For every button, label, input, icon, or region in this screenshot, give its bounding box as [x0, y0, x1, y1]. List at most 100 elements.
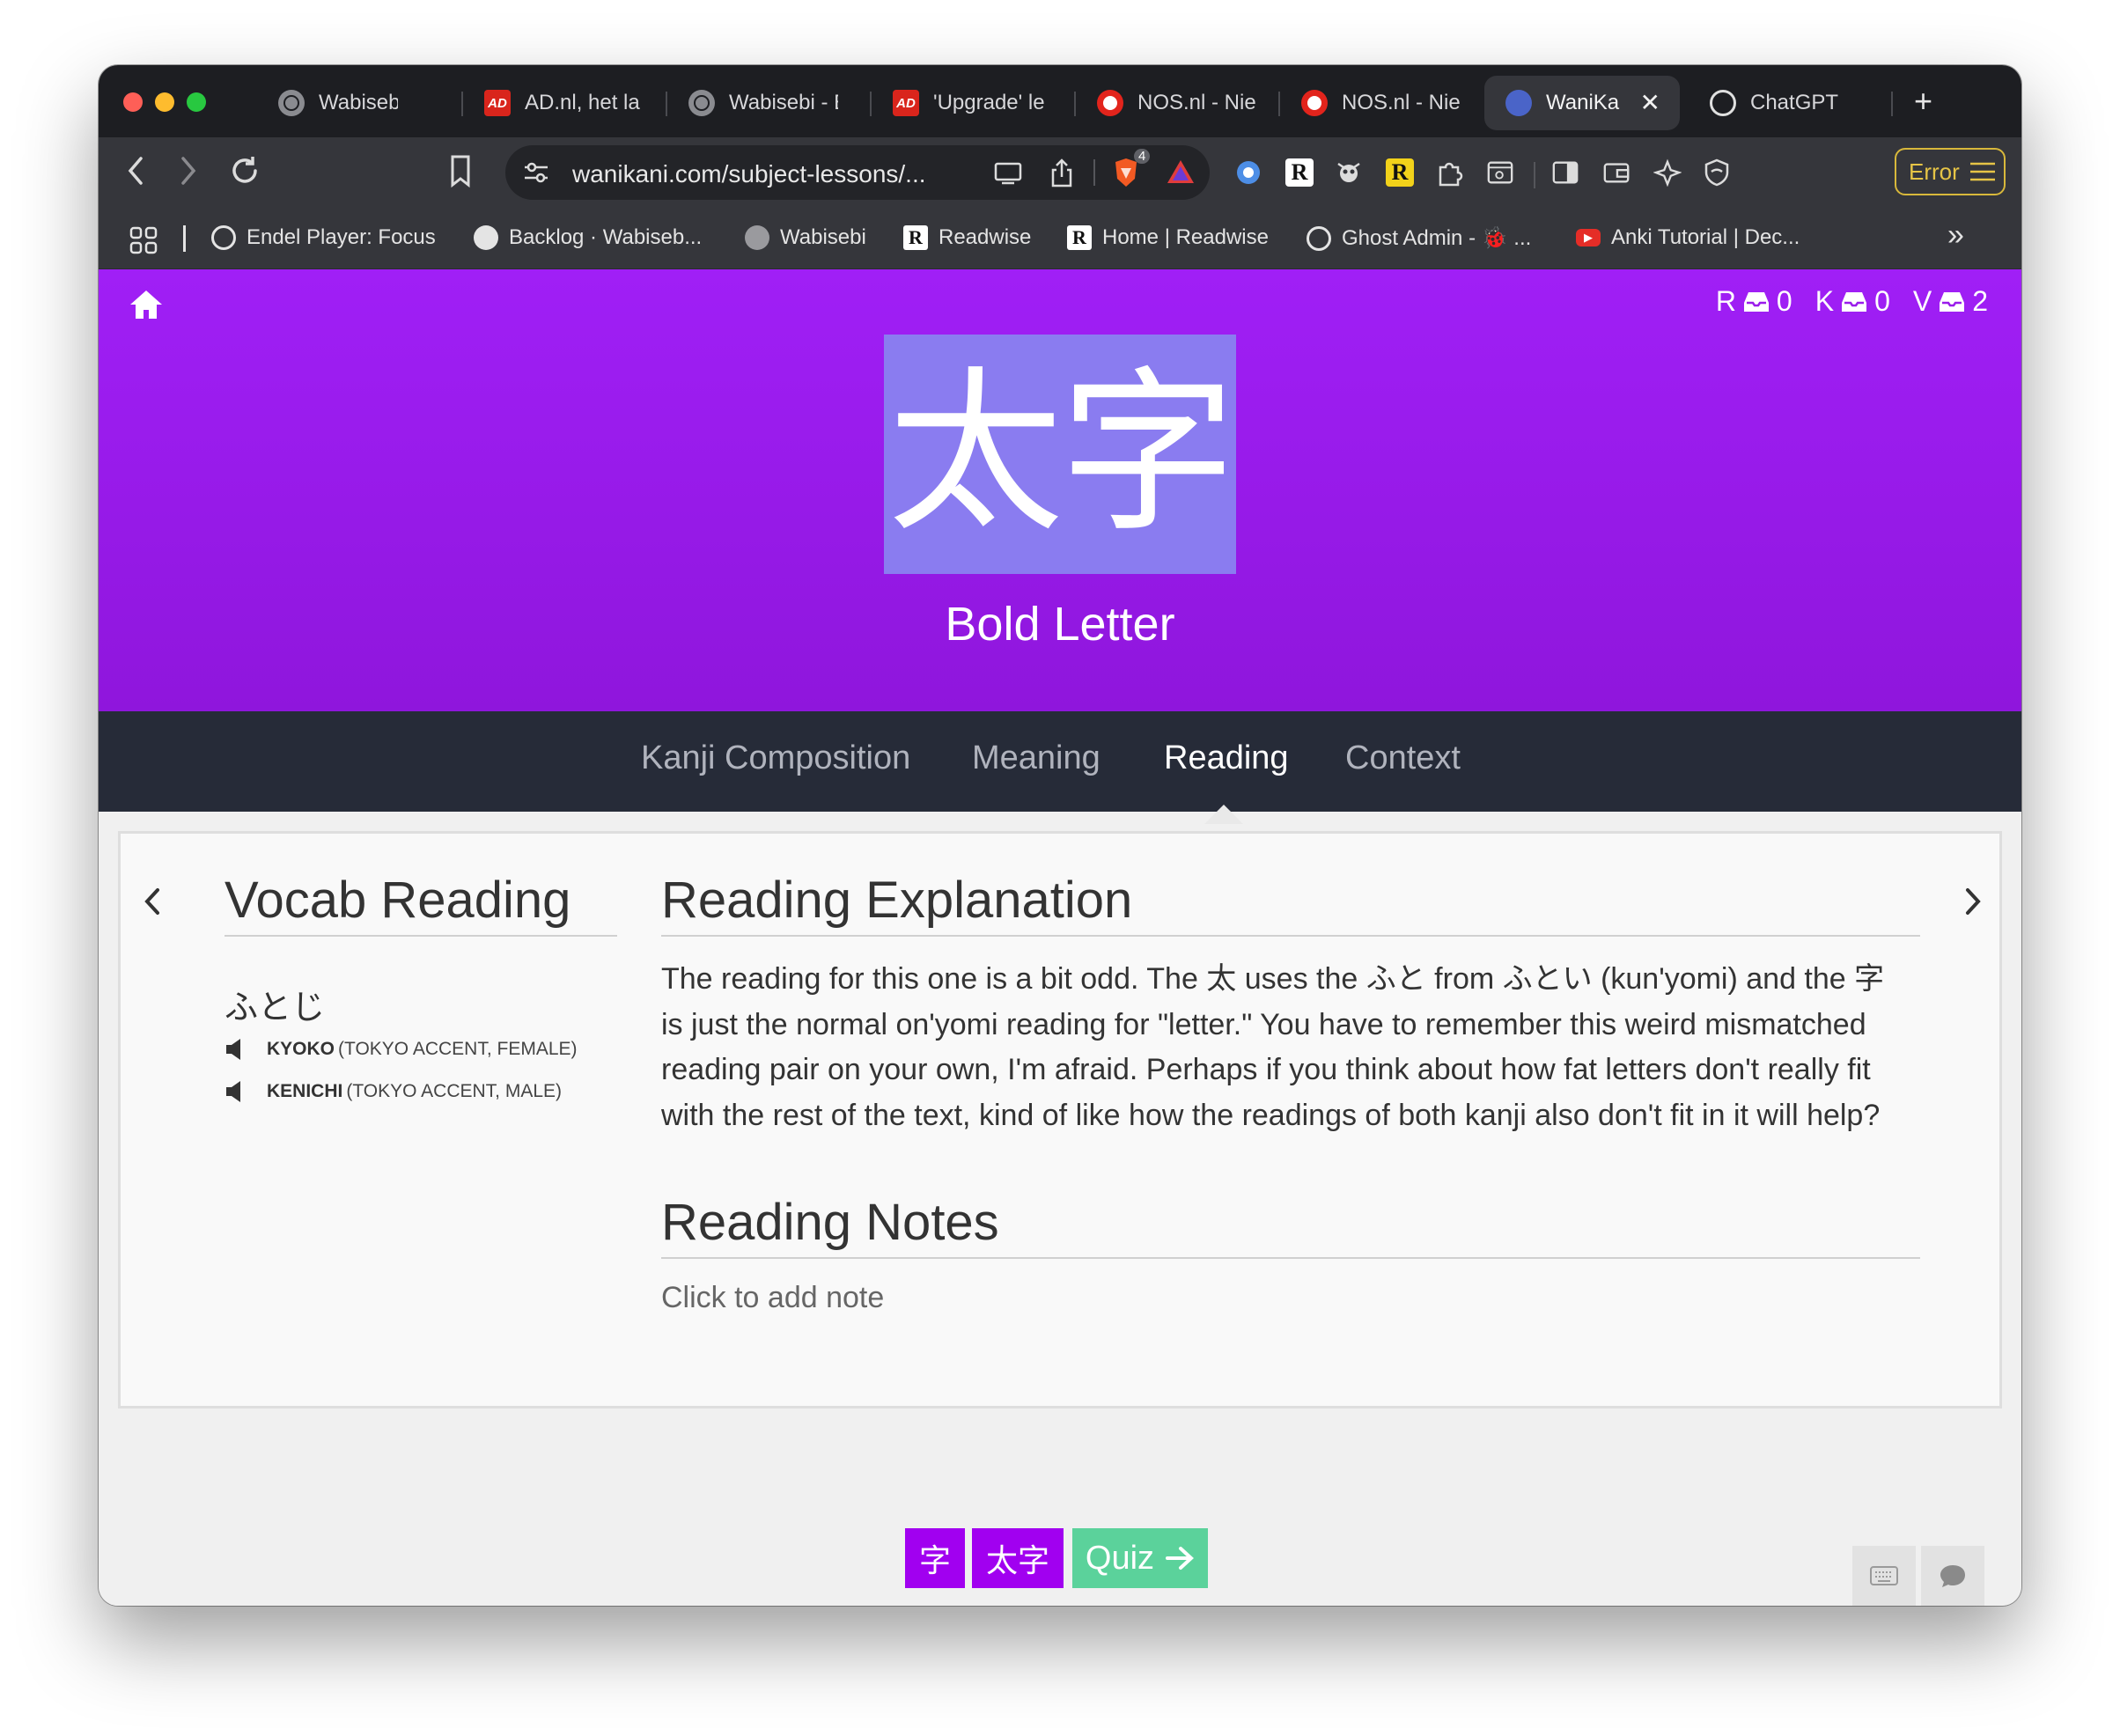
url-text: wanikani.com/subject-lessons/...: [572, 160, 926, 188]
browser-tab[interactable]: NOS.nl - Nie: [1301, 76, 1469, 130]
quiz-button[interactable]: Quiz: [1072, 1528, 1208, 1588]
update-error-button[interactable]: Error: [1895, 148, 2006, 195]
tab-separator: [1074, 92, 1076, 116]
browser-tab[interactable]: Wabisebi - E: [278, 76, 398, 130]
kanji-queue-count: K 0: [1815, 285, 1890, 317]
speaker-icon: [226, 1039, 240, 1060]
sidebar-toggle-icon[interactable]: [1551, 158, 1579, 187]
menu-icon: [1969, 162, 1995, 181]
leo-ai-icon[interactable]: [1653, 158, 1682, 187]
bookmark-item[interactable]: R Readwise: [903, 225, 1031, 250]
privacy-extension-icon[interactable]: [1234, 158, 1262, 187]
browser-toolbar: wanikani.com/subject-lessons/... 4 R R E…: [99, 137, 2021, 208]
ad-icon: AD: [893, 90, 919, 116]
bookmark-item[interactable]: ▶ Anki Tutorial | Dec...: [1576, 225, 1800, 250]
home-icon[interactable]: [129, 287, 164, 322]
more-bookmarks-button[interactable]: »: [1947, 218, 1964, 253]
reading-notes-heading: Reading Notes: [661, 1193, 1920, 1259]
tab-separator: [1891, 92, 1893, 116]
apps-grid-icon[interactable]: [129, 225, 158, 255]
browser-tab[interactable]: ChatGPT: [1710, 76, 1877, 130]
ghost-icon: [1307, 225, 1331, 251]
extensions-puzzle-icon[interactable]: [1435, 158, 1463, 187]
bookmark-item[interactable]: Endel Player: Focus: [211, 225, 436, 250]
active-tab-pointer: [1204, 805, 1243, 824]
audio-kenichi[interactable]: KENICHI (TOKYO ACCENT, MALE): [225, 1080, 562, 1103]
back-icon[interactable]: [125, 153, 146, 188]
inbox-icon: [1842, 291, 1867, 312]
arrow-right-icon: [1166, 1547, 1195, 1570]
reading-kana: ふとじ: [225, 988, 326, 1026]
radical-queue-count: R 0: [1715, 285, 1792, 317]
lesson-item-button[interactable]: 字: [905, 1528, 965, 1588]
vocab-reading-heading: Vocab Reading: [225, 871, 617, 937]
tab-context[interactable]: Context: [1345, 739, 1461, 777]
keyboard-shortcuts-button[interactable]: [1852, 1546, 1916, 1606]
close-window-button[interactable]: [123, 92, 143, 112]
brave-shields-badge: 4: [1134, 149, 1151, 164]
voice-description: (TOKYO ACCENT, MALE): [346, 1081, 563, 1101]
globe-icon: [688, 90, 715, 116]
cast-icon[interactable]: [993, 161, 1023, 186]
voice-description: (TOKYO ACCENT, FEMALE): [338, 1039, 578, 1059]
lesson-queue-bar: 字 太字 Quiz: [99, 1528, 2021, 1590]
brave-rewards-icon[interactable]: [1166, 158, 1196, 186]
bookmark-icon[interactable]: [447, 153, 474, 188]
ad-icon: AD: [484, 90, 511, 116]
tab-separator: [461, 92, 463, 116]
queue-counts: R 0 K 0 V 2: [1716, 285, 1988, 318]
feedback-button[interactable]: [1921, 1546, 1984, 1606]
wallet-icon[interactable]: [1602, 158, 1630, 187]
readwise-reader-extension-icon[interactable]: R: [1285, 158, 1314, 187]
audio-kyoko[interactable]: KYOKO (TOKYO ACCENT, FEMALE): [225, 1038, 578, 1061]
chatgpt-icon: [1710, 90, 1736, 116]
reload-icon[interactable]: [227, 153, 262, 188]
bookmark-item[interactable]: Wabisebi: [745, 225, 866, 250]
bug-extension-icon[interactable]: [1335, 158, 1363, 187]
bookmarks-divider: [183, 225, 186, 252]
tab-meaning[interactable]: Meaning: [972, 739, 1100, 777]
vpn-shield-icon[interactable]: [1703, 158, 1731, 187]
bookmark-item[interactable]: R Home | Readwise: [1067, 225, 1269, 250]
readwise-extension-icon[interactable]: R: [1386, 158, 1414, 187]
tab-reading[interactable]: Reading: [1164, 739, 1289, 777]
zoom-window-button[interactable]: [187, 92, 206, 112]
globe-icon: [278, 90, 305, 116]
browser-tab[interactable]: NOS.nl - Nie: [1097, 76, 1264, 130]
close-tab-icon[interactable]: ✕: [1640, 88, 1660, 117]
site-settings-icon[interactable]: [523, 161, 549, 184]
minimize-window-button[interactable]: [155, 92, 174, 112]
tab-separator: [666, 92, 667, 116]
lesson-item-button-active[interactable]: 太字: [972, 1528, 1064, 1588]
youtube-icon: ▶: [1576, 229, 1601, 246]
tab-strip: Wabisebi - E AD AD.nl, het la Wabisebi -…: [99, 65, 2021, 137]
address-bar[interactable]: wanikani.com/subject-lessons/... 4: [505, 145, 1210, 200]
subject-characters: 太字: [884, 335, 1236, 574]
browser-tab-active[interactable]: WaniKa ✕: [1484, 76, 1680, 130]
browser-tab[interactable]: AD 'Upgrade' le: [893, 76, 1053, 130]
error-label: Error: [1909, 158, 1960, 185]
add-note-link[interactable]: Click to add note: [661, 1281, 884, 1315]
previous-tab-arrow-icon[interactable]: [140, 885, 165, 918]
lesson-page: R 0 K 0 V 2 太字 Bold Letter Kanji Composi…: [99, 269, 2021, 1606]
wanikani-icon: [1505, 90, 1532, 116]
new-tab-button[interactable]: +: [1914, 83, 1932, 120]
bookmark-item[interactable]: Ghost Admin - 🐞 ...: [1307, 225, 1531, 251]
browser-tab[interactable]: Wabisebi - E: [688, 76, 838, 130]
tab-kanji-composition[interactable]: Kanji Composition: [641, 739, 910, 777]
next-tab-arrow-icon[interactable]: [1961, 885, 1985, 918]
browser-tab[interactable]: AD AD.nl, het la: [484, 76, 650, 130]
quiz-label: Quiz: [1085, 1539, 1155, 1577]
reader-mode-icon[interactable]: [1486, 158, 1514, 187]
inbox-icon: [1743, 291, 1769, 312]
bookmarks-bar: Endel Player: Focus Backlog · Wabiseb...…: [99, 208, 2021, 269]
bookmark-item[interactable]: Backlog · Wabiseb...: [474, 225, 702, 250]
chat-bubble-icon: [1940, 1565, 1965, 1587]
nos-icon: [1301, 90, 1328, 116]
voice-name: KENICHI: [267, 1081, 343, 1101]
forward-icon[interactable]: [178, 153, 199, 188]
keyboard-icon: [1870, 1566, 1898, 1585]
share-icon[interactable]: [1049, 158, 1074, 188]
inbox-icon: [1940, 291, 1965, 312]
toolbar-divider: [1534, 162, 1535, 188]
